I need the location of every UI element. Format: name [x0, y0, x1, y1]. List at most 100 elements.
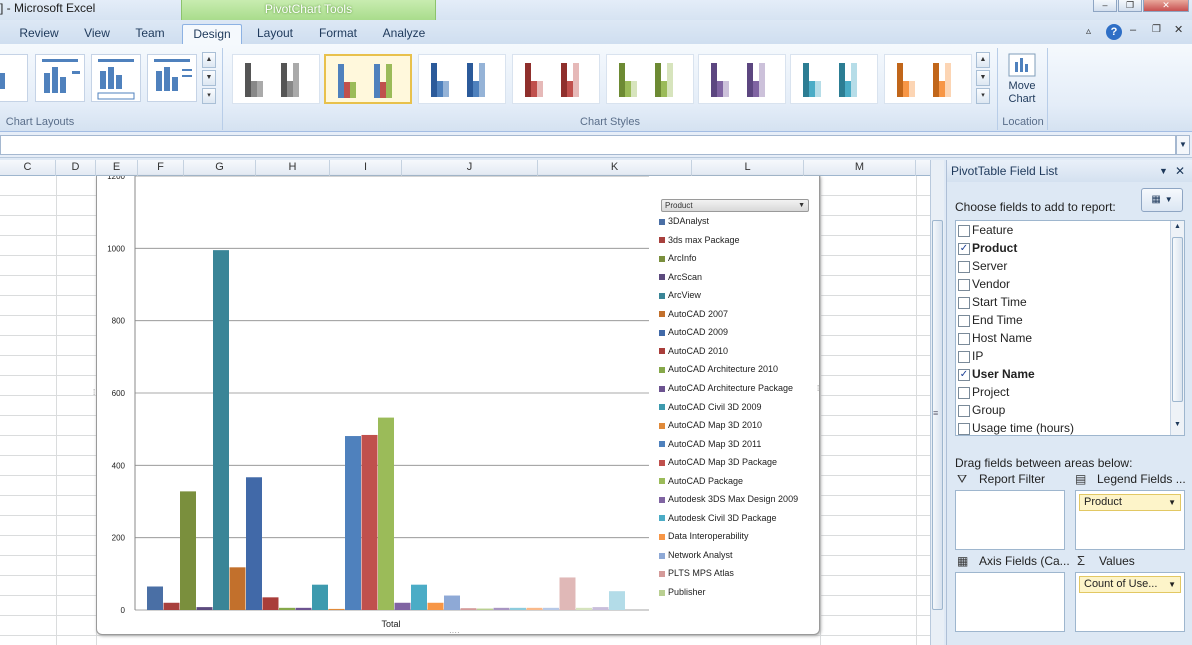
legend-item[interactable]: Autodesk Civil 3D Package — [659, 513, 777, 527]
column-header-m[interactable]: M — [804, 160, 916, 176]
field-row-start-time[interactable]: Start Time — [958, 293, 1027, 311]
field-row-product[interactable]: ✓ Product — [958, 239, 1017, 257]
styles-more[interactable]: ▾ — [976, 88, 990, 104]
values-field-chip[interactable]: Count of Use... ▼ — [1079, 576, 1181, 593]
column-header-g[interactable]: G — [184, 160, 256, 176]
field-list-close-icon[interactable]: ✕ — [1175, 160, 1185, 182]
chart-style-gray[interactable] — [232, 54, 320, 104]
chart-style-purple[interactable] — [698, 54, 786, 104]
legend-item[interactable]: ArcInfo — [659, 253, 697, 267]
chart-layout-thumb-1[interactable] — [0, 54, 28, 102]
chart-style-teal[interactable] — [790, 54, 878, 104]
bar-arcview[interactable] — [213, 250, 229, 610]
styles-scroll-down[interactable]: ▼ — [976, 70, 990, 86]
field-list-layout-button[interactable]: ▦ ▼ — [1141, 188, 1183, 212]
bar-autodesk-3ds-max-design-2009[interactable] — [394, 602, 411, 610]
legend-fields-area[interactable]: Product ▼ — [1075, 490, 1185, 550]
bar-survey-analyst[interactable] — [526, 607, 543, 610]
legend-field-chip[interactable]: Product ▼ — [1079, 494, 1181, 511]
bar-arcinfo[interactable] — [180, 491, 196, 610]
legend-item[interactable]: Publisher — [659, 587, 706, 601]
field-checkbox[interactable] — [958, 350, 970, 363]
field-checkbox[interactable] — [958, 296, 970, 309]
tab-view[interactable]: View — [74, 24, 120, 44]
chart-layout-thumb-4[interactable] — [147, 54, 197, 102]
legend-item[interactable]: AutoCAD 2009 — [659, 327, 728, 341]
chart-resize-handle-bottom[interactable]: ···· — [449, 628, 460, 637]
legend-item[interactable]: AutoCAD 2007 — [659, 309, 728, 323]
column-header-f[interactable]: F — [138, 160, 184, 176]
bar-autocad-civil-3d-2009[interactable] — [312, 584, 328, 610]
bar-tracking-analyst[interactable] — [543, 607, 559, 610]
tab-analyze[interactable]: Analyze — [374, 24, 434, 44]
field-list-scrollbar[interactable]: ▲ ▼ — [1170, 221, 1184, 435]
legend-item[interactable]: Network Analyst — [659, 550, 733, 564]
field-checkbox[interactable] — [958, 386, 970, 399]
minimize-ribbon-icon[interactable]: ▵ — [1086, 26, 1091, 37]
bar-publisher[interactable] — [477, 608, 493, 610]
tab-design[interactable]: Design — [182, 24, 242, 44]
column-header-k[interactable]: K — [538, 160, 692, 176]
layouts-scroll-down[interactable]: ▼ — [202, 70, 216, 86]
tab-team[interactable]: Team — [126, 24, 174, 44]
bar-maplex[interactable] — [609, 591, 625, 610]
formula-expand-button[interactable]: ▼ — [1176, 135, 1190, 155]
bar-3d-viewer[interactable] — [559, 577, 576, 610]
scroll-down-icon[interactable]: ▼ — [1174, 421, 1181, 428]
legend-item[interactable]: Autodesk 3DS Max Design 2009 — [659, 494, 798, 508]
workbook-minimize-icon[interactable]: – — [1130, 24, 1136, 36]
bar-autodesk-civil-3d-package[interactable] — [411, 584, 427, 610]
field-checkbox[interactable] — [958, 224, 970, 237]
chart-resize-handle-left[interactable]: ⁞ — [93, 388, 95, 397]
field-scroll-thumb[interactable] — [1172, 237, 1183, 402]
bar-autocad-architecture-2010[interactable] — [279, 607, 295, 610]
field-row-project[interactable]: Project — [958, 383, 1009, 401]
tab-review[interactable]: Review — [8, 24, 70, 44]
bar-schematics[interactable] — [493, 607, 510, 610]
field-checkbox[interactable] — [958, 314, 970, 327]
bar-autocad-map-3d-2011[interactable] — [345, 436, 361, 610]
legend-item[interactable]: AutoCAD 2010 — [659, 346, 728, 360]
chart-layout-thumb-3[interactable] — [91, 54, 141, 102]
chart-style-blue[interactable] — [418, 54, 506, 104]
field-list-menu-icon[interactable]: ▼ — [1159, 160, 1168, 182]
column-header-l[interactable]: L — [692, 160, 804, 176]
field-checkbox[interactable] — [958, 422, 970, 435]
vertical-scrollbar[interactable]: ≡ — [930, 160, 944, 645]
legend-item[interactable]: AutoCAD Map 3D 2011 — [659, 439, 761, 453]
legend-item[interactable]: PLTS MPS Atlas — [659, 568, 734, 582]
layouts-scroll-up[interactable]: ▲ — [202, 52, 216, 68]
legend-item[interactable]: AutoCAD Architecture 2010 — [659, 364, 778, 378]
close-button[interactable]: ✕ — [1143, 0, 1189, 12]
bar-autocad-package[interactable] — [378, 417, 394, 610]
field-row-vendor[interactable]: Vendor — [958, 275, 1010, 293]
field-row-usage-time-hours[interactable]: Usage time (hours) — [958, 419, 1074, 437]
legend-filter-button[interactable]: Product ▼ — [661, 199, 809, 212]
field-row-end-time[interactable]: End Time — [958, 311, 1023, 329]
chart-resize-handle-right[interactable]: ⁞ — [817, 384, 819, 393]
tab-layout[interactable]: Layout — [248, 24, 302, 44]
bar-data-interoperability[interactable] — [427, 602, 444, 610]
report-filter-area[interactable] — [955, 490, 1065, 550]
bar-autocad-2009[interactable] — [246, 477, 262, 610]
restore-button[interactable]: ❐ — [1118, 0, 1142, 12]
legend-item[interactable]: ArcScan — [659, 272, 702, 286]
pivot-chart[interactable]: 0 200 400 600 800 1000 1200 Total Product ▼ 3DA… — [93, 176, 820, 637]
bar-autocad-2010[interactable] — [262, 597, 279, 610]
legend-item[interactable]: AutoCAD Package — [659, 476, 743, 490]
chart-style-green[interactable] — [606, 54, 694, 104]
bar-autocad-map-3d-2010[interactable] — [328, 608, 345, 610]
column-header-c[interactable]: C — [0, 160, 56, 176]
values-area[interactable]: Count of Use... ▼ — [1075, 572, 1185, 632]
bar-image-analysis[interactable] — [592, 607, 609, 610]
workbook-close-icon[interactable]: ✕ — [1174, 23, 1183, 36]
bar-network-analyst[interactable] — [444, 595, 460, 610]
column-header-i[interactable]: I — [330, 160, 402, 176]
formula-input[interactable] — [0, 135, 1176, 155]
field-checkbox[interactable] — [958, 332, 970, 345]
column-header-j[interactable]: J — [402, 160, 538, 176]
field-checkbox[interactable] — [958, 404, 970, 417]
field-checkbox[interactable]: ✓ — [958, 242, 970, 255]
move-chart-button[interactable]: Move Chart — [1000, 50, 1044, 110]
field-checkbox[interactable] — [958, 278, 970, 291]
